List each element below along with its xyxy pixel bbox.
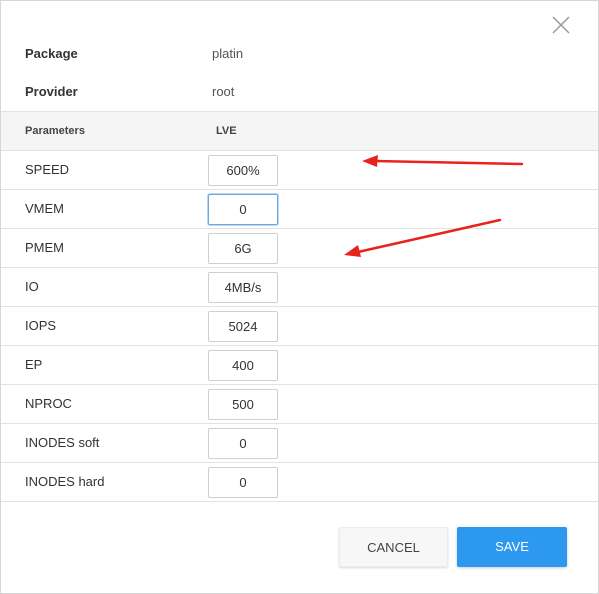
param-label: SPEED bbox=[25, 162, 70, 177]
param-label: IOPS bbox=[25, 318, 57, 333]
param-row-speed: SPEED bbox=[1, 151, 598, 190]
cancel-button[interactable]: CANCEL bbox=[339, 527, 448, 567]
iops-input[interactable] bbox=[208, 311, 278, 342]
param-row-nproc: NPROC bbox=[1, 385, 598, 424]
package-label: Package bbox=[25, 46, 78, 61]
param-label: INODES soft bbox=[25, 435, 100, 450]
param-row-inodes-hard: INODES hard bbox=[1, 463, 598, 502]
inodes-soft-input[interactable] bbox=[208, 428, 278, 459]
param-row-ep: EP bbox=[1, 346, 598, 385]
provider-label: Provider bbox=[25, 84, 78, 99]
param-row-io: IO bbox=[1, 268, 598, 307]
save-button[interactable]: SAVE bbox=[457, 527, 567, 567]
parameters-header-label: Parameters bbox=[25, 125, 85, 137]
provider-value: root bbox=[212, 84, 235, 99]
vmem-input[interactable] bbox=[208, 194, 278, 225]
param-label: IO bbox=[25, 279, 39, 294]
param-row-vmem: VMEM bbox=[1, 190, 598, 229]
nproc-input[interactable] bbox=[208, 389, 278, 420]
param-row-inodes-soft: INODES soft bbox=[1, 424, 598, 463]
close-icon bbox=[552, 16, 570, 34]
param-label: INODES hard bbox=[25, 474, 105, 489]
provider-row: Provider root bbox=[1, 73, 598, 111]
ep-input[interactable] bbox=[208, 350, 278, 381]
param-row-iops: IOPS bbox=[1, 307, 598, 346]
speed-input[interactable] bbox=[208, 155, 278, 186]
param-label: PMEM bbox=[25, 240, 64, 255]
param-label: NPROC bbox=[25, 396, 72, 411]
io-input[interactable] bbox=[208, 272, 278, 303]
pmem-input[interactable] bbox=[208, 233, 278, 264]
package-value: platin bbox=[212, 46, 244, 61]
inodes-hard-input[interactable] bbox=[208, 467, 278, 498]
parameters-header: Parameters LVE bbox=[1, 111, 598, 151]
lve-column-header: LVE bbox=[216, 125, 237, 137]
close-button[interactable] bbox=[549, 13, 573, 37]
param-row-pmem: PMEM bbox=[1, 229, 598, 268]
package-limits-dialog: Package platin Provider root Parameters … bbox=[0, 0, 599, 594]
param-label: VMEM bbox=[25, 201, 64, 216]
param-label: EP bbox=[25, 357, 43, 372]
package-row: Package platin bbox=[1, 35, 598, 73]
